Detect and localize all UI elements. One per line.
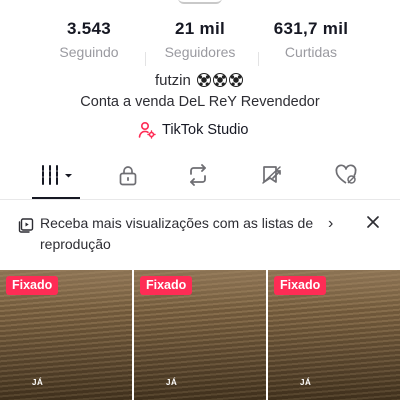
likes-count: 631,7 mil xyxy=(273,19,349,38)
tab-private[interactable] xyxy=(113,162,143,188)
soccer-ball-icon xyxy=(213,73,228,87)
person-settings-icon xyxy=(138,121,156,139)
tiktok-studio-label: TikTok Studio xyxy=(162,122,249,138)
video-thumbnail[interactable]: Fixado JÁ xyxy=(0,270,132,400)
pinned-badge: Fixado xyxy=(6,276,59,295)
favorites-icon xyxy=(262,166,281,184)
tab-liked[interactable] xyxy=(331,162,361,188)
soccer-ball-icon xyxy=(197,73,212,87)
video-grid: Fixado JÁ Fixado JÁ Fixado JÁ xyxy=(0,270,400,400)
tab-reposts[interactable] xyxy=(183,162,213,188)
following-count: 3.543 xyxy=(66,19,112,38)
chevron-right-icon[interactable]: › xyxy=(328,215,333,233)
top-edge xyxy=(0,0,400,10)
videos-grid-icon xyxy=(42,165,72,185)
playlist-banner-text: Receba mais visualizações com as listas … xyxy=(40,215,314,252)
video-caption: JÁ xyxy=(300,378,312,387)
bio-text: Conta a venda DeL ReY Revendedor xyxy=(80,94,320,110)
profile-stats: 3.543 Seguindo 21 mil Seguidores 631,7 m… xyxy=(0,18,400,66)
video-thumbnail[interactable]: Fixado JÁ xyxy=(134,270,266,400)
liked-hidden-icon xyxy=(335,164,357,184)
close-icon[interactable] xyxy=(364,213,382,231)
tiktok-studio-link[interactable]: TikTok Studio xyxy=(138,120,249,140)
bio-emojis xyxy=(197,73,245,92)
video-thumbnail[interactable]: Fixado JÁ xyxy=(268,270,400,400)
playlist-icon xyxy=(18,218,34,233)
tab-videos[interactable] xyxy=(38,162,78,188)
video-caption: JÁ xyxy=(32,378,44,387)
soccer-ball-icon xyxy=(229,73,244,87)
profile-tabs xyxy=(0,150,400,200)
pinned-badge: Fixado xyxy=(274,276,327,295)
followers-count: 21 mil xyxy=(175,19,225,38)
followers-stat[interactable]: 21 mil Seguidores xyxy=(145,18,255,62)
bio-name-text: futzin xyxy=(154,72,191,89)
pinned-badge: Fixado xyxy=(140,276,193,295)
bio-name: futzin xyxy=(0,72,400,92)
video-caption: JÁ xyxy=(166,378,178,387)
tab-favorites[interactable] xyxy=(257,162,287,188)
playlist-banner[interactable]: Receba mais visualizações com as listas … xyxy=(0,201,400,263)
following-label: Seguindo xyxy=(59,44,119,60)
repost-icon xyxy=(190,164,206,186)
followers-label: Seguidores xyxy=(164,44,236,60)
following-stat[interactable]: 3.543 Seguindo xyxy=(34,18,144,62)
lock-icon xyxy=(119,166,137,186)
likes-stat[interactable]: 631,7 mil Curtidas xyxy=(256,18,366,62)
active-tab-indicator xyxy=(32,197,80,199)
likes-label: Curtidas xyxy=(284,44,338,60)
